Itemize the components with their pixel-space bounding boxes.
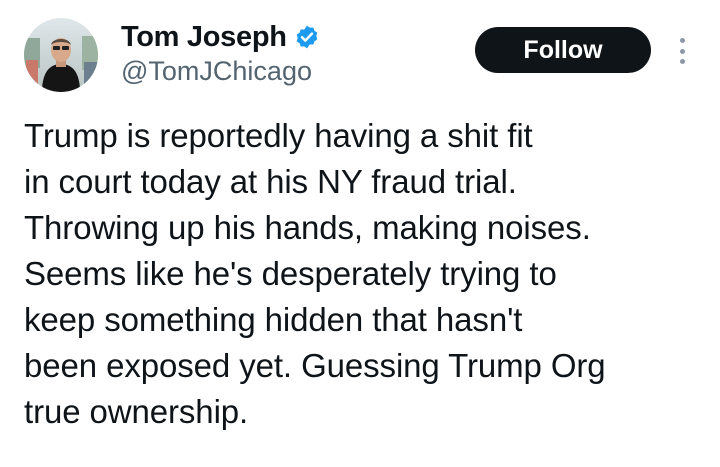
dot [679,38,685,43]
verified-badge-icon[interactable] [294,24,320,50]
author-name-row[interactable]: Tom Joseph [121,19,320,55]
avatar[interactable] [24,18,98,92]
display-name[interactable]: Tom Joseph [121,21,287,54]
dot [679,59,685,64]
tweet-card: Tom Joseph @TomJChicago Follow Trump is … [0,0,720,467]
dot [679,48,685,54]
more-vertical-icon[interactable] [674,38,690,64]
tweet-text: Trump is reportedly having a shit fit in… [24,117,606,430]
author-handle[interactable]: @TomJChicago [121,56,312,87]
profile-photo-icon [24,18,98,92]
follow-button[interactable]: Follow [475,27,651,73]
